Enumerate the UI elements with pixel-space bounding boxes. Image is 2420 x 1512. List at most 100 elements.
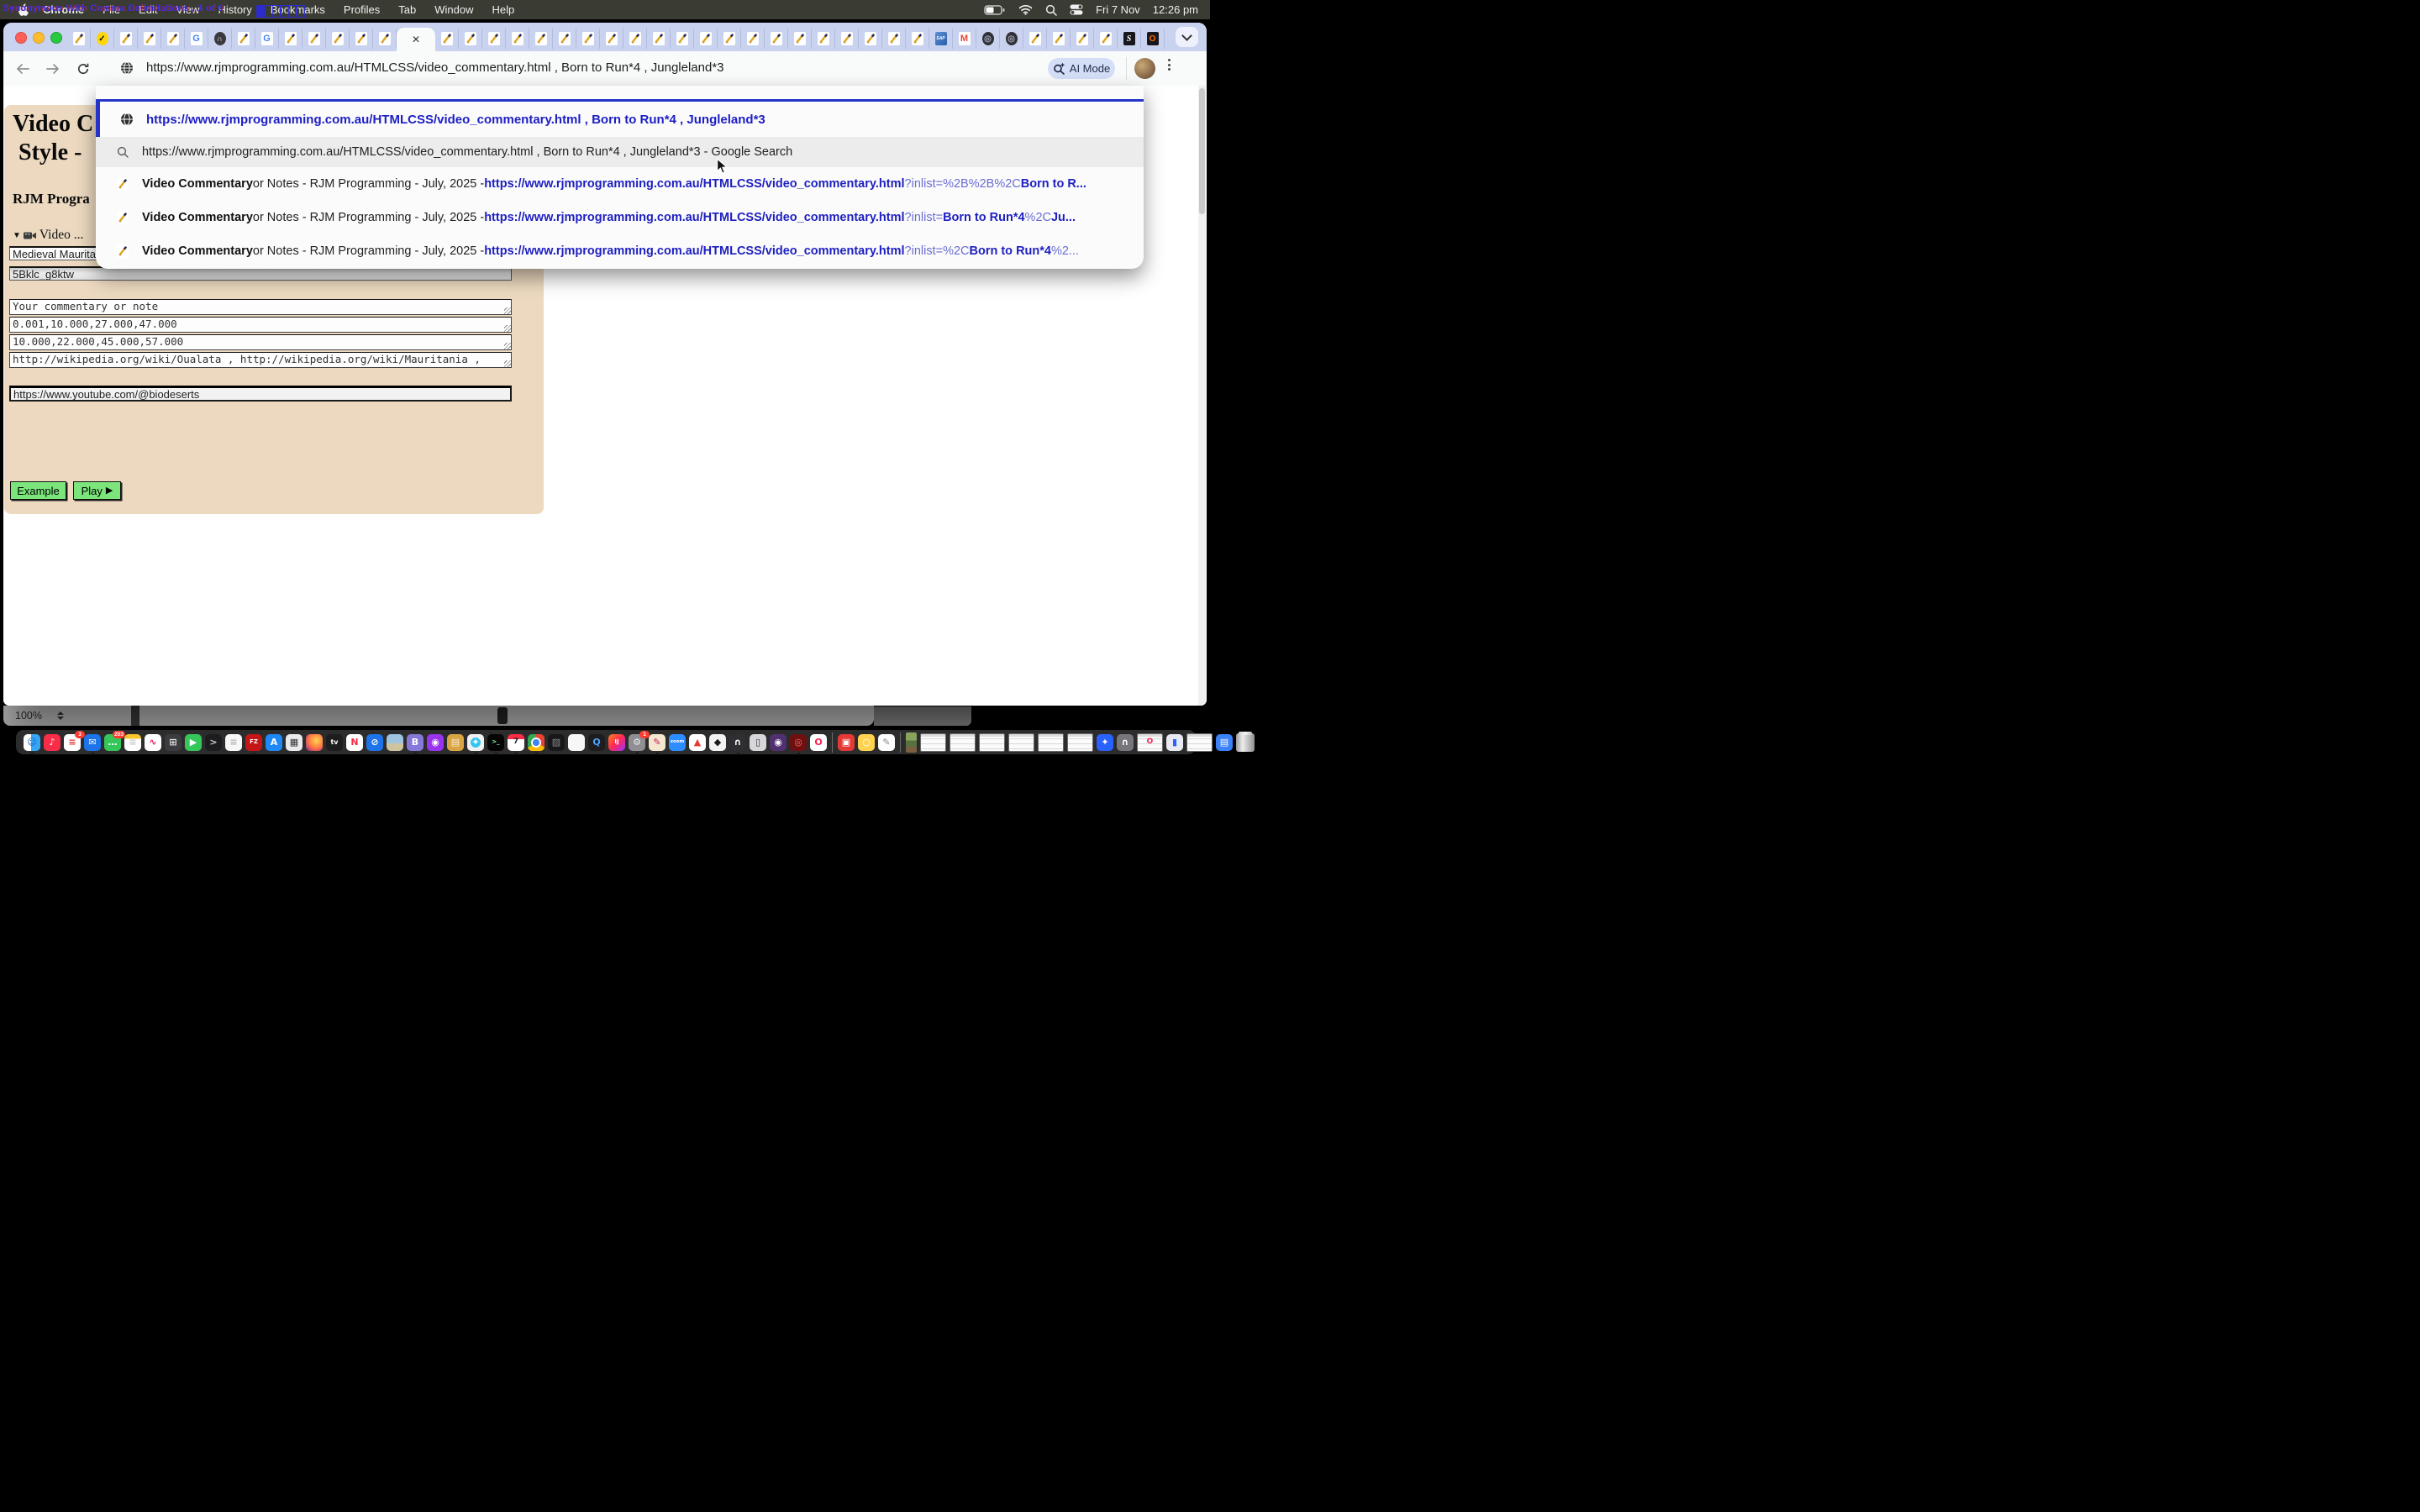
tab-pencil[interactable] xyxy=(741,29,765,49)
dock-panda[interactable]: ◉ xyxy=(770,734,786,751)
menu-profiles[interactable]: Profiles xyxy=(334,3,389,16)
tab-pencil[interactable] xyxy=(279,29,302,49)
forward-button[interactable] xyxy=(44,60,62,78)
dock-chrome[interactable] xyxy=(528,734,544,751)
dock-terminal-black[interactable]: > xyxy=(205,734,222,751)
dock-minimized-window[interactable] xyxy=(1038,733,1064,752)
tab-pencil[interactable] xyxy=(302,29,326,49)
tab-pencil[interactable] xyxy=(835,29,859,49)
tab-pencil[interactable] xyxy=(326,29,350,49)
dock-launchpad[interactable]: ⊞ xyxy=(165,734,182,751)
tab-pencil[interactable] xyxy=(671,29,694,49)
dock-phone-keypad[interactable]: ▦ xyxy=(286,734,302,751)
tab-chromedark[interactable]: ◎ xyxy=(976,29,1000,49)
suggestion-history-row[interactable]: Video Commentary or Notes - RJM Programm… xyxy=(96,201,1144,234)
tab-check[interactable]: ✓ xyxy=(91,29,114,49)
dock-minimized-window[interactable] xyxy=(979,733,1005,752)
tab-pencil[interactable] xyxy=(1023,29,1047,49)
dock-opera[interactable]: O xyxy=(810,734,827,751)
tab-pencil[interactable] xyxy=(694,29,718,49)
tab-pencil[interactable] xyxy=(435,29,459,49)
start-times-textarea[interactable]: 0.001,10.000,27.000,47.000 xyxy=(9,317,512,333)
dock-podcasts[interactable]: ◉ xyxy=(427,734,444,751)
dock-minimized-window[interactable] xyxy=(1067,733,1093,752)
dock-photos-red[interactable]: ▣ xyxy=(838,734,855,751)
dock-roulette[interactable]: ◎ xyxy=(790,734,807,751)
dock-news[interactable]: N xyxy=(346,734,363,751)
suggestion-google-search[interactable]: https://www.rjmprogramming.com.au/HTMLCS… xyxy=(96,137,1144,167)
menu-history[interactable]: History xyxy=(208,3,260,16)
zoom-window-button[interactable] xyxy=(50,32,62,44)
dock-zoom[interactable]: zoom xyxy=(669,734,686,751)
tab-pencil[interactable] xyxy=(232,29,255,49)
wifi-icon[interactable] xyxy=(1018,4,1033,15)
dock-music[interactable]: ♪ xyxy=(44,734,60,751)
tab-pencil[interactable] xyxy=(788,29,812,49)
dock-finder[interactable]: ☺ xyxy=(24,734,40,751)
back-button[interactable] xyxy=(13,60,32,78)
tab-pencil[interactable] xyxy=(373,29,397,49)
dock-minimized-window[interactable] xyxy=(1008,733,1034,752)
menu-view[interactable]: View xyxy=(166,3,208,16)
tab-pencil[interactable] xyxy=(482,29,506,49)
channel-url-input[interactable] xyxy=(9,386,512,402)
tab-google[interactable]: G xyxy=(255,29,279,49)
tab-gmail[interactable]: M xyxy=(953,29,976,49)
dock-prism-triangle[interactable]: ▲ xyxy=(689,734,706,751)
dock-tooth-light[interactable]: ∩ xyxy=(1117,734,1134,751)
menu-window[interactable]: Window xyxy=(425,3,482,16)
tab-pencil[interactable] xyxy=(1165,29,1170,49)
close-tab-icon[interactable]: ✕ xyxy=(412,34,420,45)
tab-pencil[interactable] xyxy=(882,29,906,49)
tab-pencil[interactable] xyxy=(161,29,185,49)
tab-pencil[interactable] xyxy=(765,29,788,49)
tab-pencil[interactable] xyxy=(647,29,671,49)
tab-sap[interactable]: SAP xyxy=(929,29,953,49)
tab-chromedark[interactable]: ◎ xyxy=(1000,29,1023,49)
tab-pencil[interactable] xyxy=(138,29,161,49)
tab-pencil[interactable] xyxy=(600,29,623,49)
video-details-summary[interactable]: ▼ Video ... xyxy=(13,228,83,243)
profile-avatar[interactable] xyxy=(1134,58,1155,79)
tab-pencil[interactable] xyxy=(1071,29,1094,49)
dock-filezilla[interactable]: FZ xyxy=(245,734,262,751)
suggestion-history-row[interactable]: Video Commentary or Notes - RJM Programm… xyxy=(96,167,1144,201)
menu-file[interactable]: File xyxy=(93,3,129,16)
close-window-button[interactable] xyxy=(15,32,27,44)
page-scrollbar[interactable] xyxy=(1198,86,1206,706)
dock-photo-garden[interactable] xyxy=(906,732,917,753)
tab-pencil[interactable] xyxy=(114,29,138,49)
apple-menu-icon[interactable] xyxy=(12,3,34,16)
dock-reminders[interactable]: ≡3 xyxy=(64,734,81,751)
active-tab[interactable]: ✕ xyxy=(397,28,435,51)
zoom-stepper[interactable] xyxy=(57,711,64,720)
dock-iphone-mirroring[interactable]: ▯ xyxy=(750,734,766,751)
tab-pencil[interactable] xyxy=(553,29,576,49)
dock-settings[interactable]: ⚙1 xyxy=(629,734,645,751)
tab-pencil[interactable] xyxy=(718,29,741,49)
minimize-window-button[interactable] xyxy=(33,32,45,44)
dock-trash[interactable] xyxy=(1236,733,1255,752)
tab-odark[interactable]: O xyxy=(1141,29,1165,49)
dock-keep-bulb[interactable]: ○ xyxy=(858,734,875,751)
dock-prohibit-blue[interactable]: ⊘ xyxy=(366,734,383,751)
menu-tab[interactable]: Tab xyxy=(389,3,425,16)
links-textarea[interactable]: http://wikipedia.org/wiki/Oualata , http… xyxy=(9,352,512,368)
reload-button[interactable] xyxy=(74,60,92,78)
chrome-menu-icon[interactable] xyxy=(1168,59,1171,71)
ai-mode-button[interactable]: AI Mode xyxy=(1048,58,1115,79)
tab-pencil[interactable] xyxy=(350,29,373,49)
address-bar-url[interactable]: https://www.rjmprogramming.com.au/HTMLCS… xyxy=(146,60,724,75)
tab-search-button[interactable] xyxy=(1176,27,1198,47)
tab-pencil[interactable] xyxy=(623,29,647,49)
suggestion-history-row[interactable]: Video Commentary or Notes - RJM Programm… xyxy=(96,234,1144,268)
dock-inkscape[interactable]: ◆ xyxy=(709,734,726,751)
scrollbar-thumb[interactable] xyxy=(1199,88,1205,214)
play-button[interactable]: Play ▶ xyxy=(73,481,121,500)
tab-sdark[interactable]: S xyxy=(1118,29,1141,49)
menu-chrome[interactable]: Chrome xyxy=(34,3,93,16)
dock-doc-page[interactable] xyxy=(568,734,585,751)
disclosure-triangle-icon[interactable]: ▼ xyxy=(13,231,21,240)
dock-mini-window[interactable] xyxy=(1186,733,1213,752)
dock-freeform[interactable]: ∿ xyxy=(145,734,161,751)
